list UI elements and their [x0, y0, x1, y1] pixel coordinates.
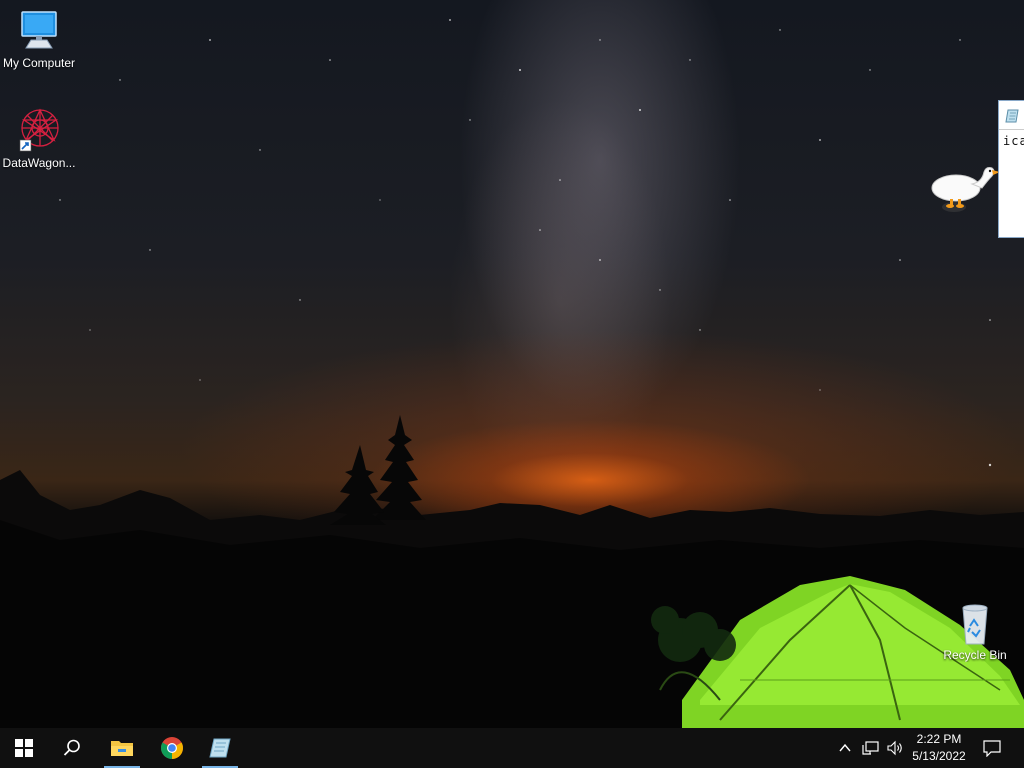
taskbar-chrome[interactable] [152, 728, 192, 768]
clock-time: 2:22 PM [916, 732, 962, 746]
taskbar-notepad[interactable] [200, 728, 240, 768]
mountain-landscape [0, 415, 1024, 728]
window-titlebar[interactable] [999, 101, 1024, 130]
desktop-icon-label: My Computer [2, 56, 76, 70]
folder-icon [111, 741, 133, 756]
chrome-icon [161, 737, 183, 759]
desktop-icon-recycle-bin[interactable]: Recycle Bin [936, 600, 1014, 662]
taskbar-clock[interactable]: 2:22 PM 5/13/2022 [902, 731, 976, 765]
desktop-icon-my-computer[interactable]: My Computer [0, 8, 78, 70]
goose-icon[interactable] [926, 162, 1000, 216]
desktop-icon-label: Recycle Bin [943, 648, 1007, 662]
desktop-wallpaper: My Computer DataWagon... Recycle Bin ic [0, 0, 1024, 728]
notepad-icon [209, 738, 231, 758]
taskbar-file-explorer[interactable] [102, 728, 142, 768]
start-button[interactable] [0, 728, 48, 768]
window-text-content[interactable]: ica [999, 130, 1024, 148]
windows-logo-icon [15, 739, 33, 757]
notification-icon[interactable] [983, 739, 1001, 757]
datawagon-shortcut-icon [19, 108, 59, 152]
computer-icon [21, 11, 57, 49]
recycle-bin-icon [962, 604, 988, 645]
taskbar: 2:22 PM 5/13/2022 [0, 728, 1024, 768]
notepad-app-icon [1005, 109, 1019, 123]
clock-date: 5/13/2022 [912, 749, 966, 763]
chevron-up-icon[interactable] [838, 741, 852, 755]
desktop-icon-label: DataWagon... [2, 156, 76, 170]
search-icon [63, 739, 80, 756]
desktop-icon-datawagon[interactable]: DataWagon... [0, 106, 78, 170]
partial-app-window[interactable]: ica [998, 100, 1024, 238]
search-button[interactable] [48, 728, 96, 768]
network-icon[interactable] [862, 739, 880, 757]
